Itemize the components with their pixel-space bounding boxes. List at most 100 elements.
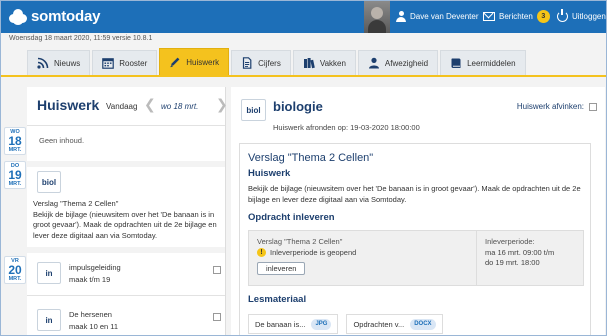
tab-label: Huiswerk	[186, 57, 220, 67]
submission-status: ! Inleverperiode is geopend	[257, 248, 356, 257]
messages-button[interactable]: Berichten 3	[483, 10, 550, 23]
tab-cijfers[interactable]: Cijfers	[231, 50, 291, 75]
tab-label: Vakken	[319, 58, 346, 68]
tab-label: Leermiddelen	[467, 58, 516, 68]
envelope-icon	[483, 12, 495, 21]
day-month: MRT.	[8, 181, 22, 187]
user-menu[interactable]: Dave van Deventer	[396, 11, 478, 22]
assignment-description: Bekijk de bijlage (nieuwsitem over het '…	[248, 184, 581, 204]
submission-period: Inleverperiode: ma 16 mrt. 09:00 t/m do …	[485, 237, 554, 269]
homework-detail-panel: biol biologie Huiswerk afronden op: 19-0…	[231, 87, 605, 335]
person-icon	[368, 57, 380, 69]
tab-label: Rooster	[119, 58, 148, 68]
subject-badge: in	[37, 309, 61, 331]
tab-vakken[interactable]: Vakken	[292, 50, 356, 75]
mark-done-control[interactable]: Huiswerk afvinken:	[517, 102, 597, 111]
subject-badge: in	[37, 262, 61, 284]
logo-icon	[9, 8, 27, 25]
pencil-icon	[169, 56, 181, 68]
homework-title: De hersenen	[69, 310, 112, 319]
day-month: MRT.	[8, 276, 22, 282]
submission-status-text: Inleverperiode is geopend	[270, 248, 357, 257]
period-label: Inleverperiode:	[485, 237, 535, 246]
divider	[27, 125, 225, 126]
books-icon	[303, 57, 315, 69]
day-marker-friday[interactable]: VR 20 MRT.	[4, 256, 26, 284]
divider	[27, 295, 225, 296]
top-bar: somtoday Dave van Deventer Berichten 3 U…	[1, 1, 606, 33]
day-number: 20	[8, 263, 22, 277]
main-tabs: Nieuws Rooster Huiswerk Cijfers Vakken A…	[27, 48, 526, 75]
homework-detail: maak 10 en 11	[69, 322, 119, 331]
tab-leermiddelen[interactable]: Leermiddelen	[440, 50, 526, 75]
tab-nieuws[interactable]: Nieuws	[27, 50, 91, 75]
tab-label: Afwezigheid	[384, 58, 429, 68]
homework-list-header: Huiswerk	[37, 97, 99, 113]
homework-done-checkbox[interactable]	[213, 313, 221, 321]
submit-button[interactable]: inleveren	[257, 262, 306, 275]
messages-count-badge: 3	[536, 10, 550, 23]
document-icon	[241, 57, 253, 69]
app-window: somtoday Dave van Deventer Berichten 3 U…	[0, 0, 607, 336]
logout-label: Uitloggen	[572, 12, 606, 21]
section-label: Huiswerk	[248, 168, 291, 179]
homework-item-de-hersenen[interactable]: in De hersenen maak 10 en 11	[37, 309, 118, 333]
tab-label: Nieuws	[54, 58, 81, 68]
homework-detail: maak t/m 19	[69, 275, 111, 284]
mark-done-label: Huiswerk afvinken:	[516, 102, 584, 111]
homework-description: Bekijk de bijlage (nieuwsitem over het '…	[33, 209, 217, 240]
power-icon	[557, 9, 568, 22]
day-month: MRT.	[8, 147, 22, 153]
logout-button[interactable]: Uitloggen	[557, 9, 606, 22]
date-range-label: wo 18 mrt.	[161, 102, 199, 111]
homework-item-impulsgeleiding[interactable]: in impulsgeleiding maak t/m 19	[37, 262, 121, 286]
homework-done-checkbox[interactable]	[213, 266, 221, 274]
today-button[interactable]: Vandaag	[106, 102, 137, 111]
submit-heading: Opdracht inleveren	[248, 212, 335, 223]
messages-label: Berichten	[499, 12, 533, 21]
avatar[interactable]	[364, 1, 390, 33]
due-date-text: Huiswerk afronden op: 19-03-2020 18:00:0…	[273, 123, 420, 132]
file-type-badge: JPG	[311, 318, 332, 330]
page-title: Huiswerk	[37, 97, 100, 113]
submission-name: Verslag "Thema 2 Cellen"	[257, 237, 343, 246]
assignment-card: Verslag "Thema 2 Cellen" Huiswerk Bekijk…	[239, 143, 591, 335]
subject-badge: biol	[241, 99, 266, 121]
tab-underline	[1, 75, 606, 77]
submission-box: Verslag "Thema 2 Cellen" ! Inleverperiod…	[248, 230, 584, 286]
chevron-left-icon[interactable]: ❮	[144, 97, 156, 111]
materials-heading: Lesmateriaal	[248, 294, 307, 305]
file-type-badge: DOCX	[410, 318, 436, 330]
book-icon	[450, 57, 462, 69]
material-item[interactable]: Opdrachten v... DOCX	[346, 314, 443, 334]
period-to: do 19 mrt. 18:00	[485, 258, 540, 267]
user-name: Dave van Deventer	[410, 12, 479, 21]
day-number: 19	[8, 168, 22, 182]
day-marker-wednesday[interactable]: WO 18 MRT.	[4, 127, 26, 155]
period-from: ma 16 mrt. 09:00 t/m	[485, 247, 555, 257]
divider	[27, 161, 225, 167]
warning-icon: !	[257, 248, 266, 257]
mark-done-checkbox[interactable]	[589, 102, 597, 111]
user-icon	[396, 11, 406, 22]
somtoday-logo[interactable]: somtoday	[9, 8, 100, 25]
calendar-icon	[102, 57, 115, 69]
tab-rooster[interactable]: Rooster	[92, 50, 158, 75]
assignment-title: Verslag "Thema 2 Cellen"	[248, 152, 374, 164]
homework-list-panel: Huiswerk Vandaag ❮ wo 18 mrt. ❯ Geen inh…	[27, 87, 228, 335]
tab-afwezigheid[interactable]: Afwezigheid	[357, 50, 439, 75]
material-item[interactable]: De banaan is... JPG	[248, 314, 339, 334]
submission-info: Verslag "Thema 2 Cellen" ! Inleverperiod…	[249, 231, 477, 285]
subject-name: biologie	[273, 99, 323, 114]
materials-list: De banaan is... JPG Opdrachten v... DOCX	[248, 314, 443, 334]
homework-title: impulsgeleiding	[69, 263, 121, 272]
divider	[27, 247, 225, 253]
chevron-right-icon[interactable]: ❯	[216, 97, 228, 111]
day-marker-thursday[interactable]: DO 19 MRT.	[4, 161, 26, 189]
tab-huiswerk[interactable]: Huiswerk	[159, 48, 230, 75]
material-name: De banaan is...	[255, 319, 306, 329]
rss-icon	[37, 57, 49, 69]
material-name: Opdrachten v...	[353, 319, 405, 329]
tab-label: Cijfers	[258, 58, 281, 68]
app-name: somtoday	[31, 8, 101, 25]
